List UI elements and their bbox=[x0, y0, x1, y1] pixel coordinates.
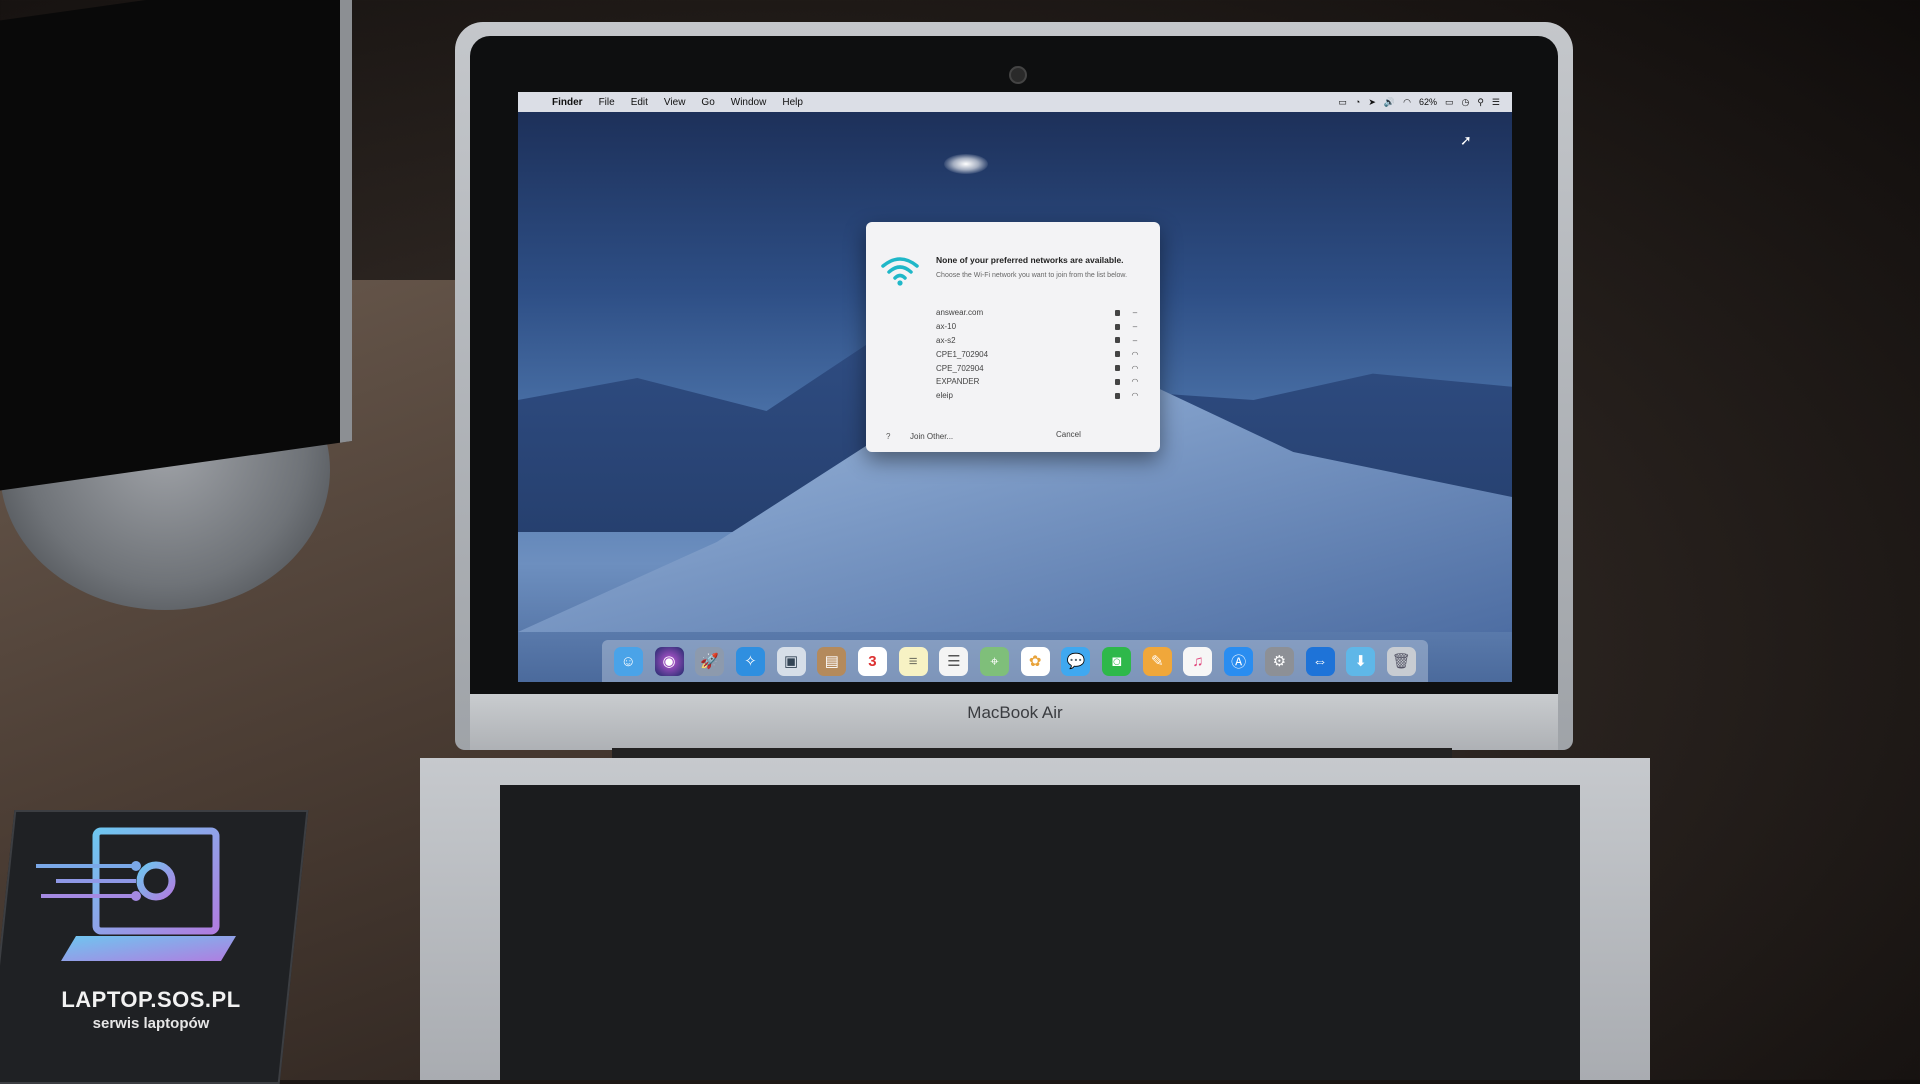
wifi-signal-icon: – bbox=[1132, 322, 1138, 332]
trash-icon[interactable]: 🗑 bbox=[1386, 646, 1416, 676]
network-item[interactable]: ax-10 – bbox=[936, 320, 1140, 334]
lock-icon bbox=[1115, 365, 1120, 372]
menu-app-name[interactable]: Finder bbox=[544, 97, 591, 108]
teamviewer-icon[interactable]: ⇔ bbox=[1305, 646, 1335, 676]
laptop-brand-label: MacBook Air bbox=[967, 703, 1063, 722]
system-preferences-icon[interactable]: ⚙ bbox=[1264, 646, 1294, 676]
watermark: LAPTOP.SOS.PL serwis laptopów bbox=[36, 826, 266, 1032]
preview-icon[interactable]: ▣ bbox=[776, 646, 806, 676]
mouse-pointer-icon: ➚ bbox=[1460, 132, 1472, 148]
battery-icon[interactable]: ▭ bbox=[1445, 97, 1454, 108]
watermark-tagline: serwis laptopów bbox=[92, 1015, 210, 1032]
network-name: ax-s2 bbox=[936, 335, 956, 345]
menu-help[interactable]: Help bbox=[774, 97, 811, 108]
network-name: EXPANDER bbox=[936, 377, 980, 387]
external-monitor bbox=[0, 0, 352, 499]
facetime-icon[interactable]: ◙ bbox=[1102, 646, 1132, 676]
wifi-signal-icon: ◠ bbox=[1131, 391, 1139, 401]
help-button[interactable]: ? bbox=[886, 432, 890, 441]
network-item[interactable]: answear.com – bbox=[936, 306, 1140, 320]
menu-bar: Finder File Edit View Go Window Help ▭ ◔… bbox=[518, 92, 1512, 112]
messages-icon[interactable]: 💬 bbox=[1061, 646, 1091, 676]
safari-icon[interactable]: ✧ bbox=[735, 646, 765, 676]
reminders-icon[interactable]: ☰ bbox=[939, 646, 969, 676]
downloads-folder-icon[interactable]: ⬇ bbox=[1346, 646, 1376, 676]
calendar-icon[interactable]: 3 bbox=[857, 646, 887, 676]
wallpaper-sun bbox=[944, 154, 988, 174]
dialog-title: None of your preferred networks are avai… bbox=[936, 255, 1124, 265]
menu-file[interactable]: File bbox=[591, 97, 623, 108]
menu-view[interactable]: View bbox=[656, 97, 694, 108]
menu-window[interactable]: Window bbox=[723, 97, 775, 108]
lock-icon bbox=[1115, 309, 1120, 316]
network-name: CPE1_702904 bbox=[936, 349, 989, 359]
spotlight-icon[interactable]: ⚲ bbox=[1477, 97, 1484, 108]
lock-icon bbox=[1115, 378, 1120, 385]
lock-icon bbox=[1115, 351, 1120, 358]
maps-icon[interactable]: ⌖ bbox=[980, 646, 1010, 676]
wifi-signal-icon: ◠ bbox=[1131, 377, 1139, 387]
network-item[interactable]: CPE_702904 ◠ bbox=[936, 361, 1140, 375]
lock-icon bbox=[1115, 323, 1120, 330]
location-icon[interactable]: ➤ bbox=[1368, 97, 1376, 108]
lock-icon bbox=[1115, 337, 1120, 344]
wifi-network-dialog: None of your preferred networks are avai… bbox=[866, 222, 1160, 452]
laptop-wrench-logo-icon bbox=[36, 827, 236, 961]
network-item[interactable]: ax-s2 – bbox=[936, 334, 1140, 348]
app-store-icon[interactable]: Ⓐ bbox=[1224, 646, 1254, 676]
siri-icon[interactable]: ◉ bbox=[654, 646, 684, 676]
network-name: eleip bbox=[936, 391, 953, 401]
status-area: ▭ ◔ ➤ 🔊 ◠ 62% ▭ ◷ ⚲ ☰ bbox=[1338, 97, 1512, 108]
finder-icon[interactable]: ☺ bbox=[613, 646, 643, 676]
network-list: answear.com – ax-10 – ax-s2 – CPE1_70290… bbox=[936, 306, 1140, 403]
photos-icon[interactable]: ✿ bbox=[1020, 646, 1050, 676]
wifi-status-icon[interactable]: ◠ bbox=[1403, 97, 1411, 108]
screen: Finder File Edit View Go Window Help ▭ ◔… bbox=[518, 92, 1512, 682]
itunes-icon[interactable]: ♫ bbox=[1183, 646, 1213, 676]
contacts-icon[interactable]: ▤ bbox=[817, 646, 847, 676]
volume-icon[interactable]: 🔊 bbox=[1384, 97, 1395, 108]
webcam bbox=[1009, 66, 1027, 84]
airplay-icon[interactable]: ▭ bbox=[1338, 97, 1347, 108]
join-other-button[interactable]: Join Other... bbox=[910, 432, 953, 441]
notification-center-icon[interactable]: ☰ bbox=[1492, 97, 1500, 108]
network-name: answear.com bbox=[936, 308, 984, 318]
network-item[interactable]: CPE1_702904 ◠ bbox=[936, 347, 1140, 361]
wifi-signal-icon: – bbox=[1132, 335, 1138, 345]
network-item[interactable]: EXPANDER ◠ bbox=[936, 375, 1140, 389]
network-name: CPE_702904 bbox=[936, 363, 984, 373]
notes-icon[interactable]: ≡ bbox=[898, 646, 928, 676]
wifi-signal-icon: – bbox=[1132, 308, 1138, 318]
menu-edit[interactable]: Edit bbox=[623, 97, 656, 108]
dialog-subtitle: Choose the Wi-Fi network you want to joi… bbox=[936, 272, 1128, 279]
keyboard bbox=[500, 785, 1580, 1080]
menu-go[interactable]: Go bbox=[693, 97, 722, 108]
watermark-name: LAPTOP.SOS.PL bbox=[61, 987, 241, 1012]
lock-icon bbox=[1115, 392, 1120, 399]
time-machine-icon[interactable]: ◔ bbox=[1355, 97, 1360, 107]
wifi-icon bbox=[881, 257, 919, 286]
network-name: ax-10 bbox=[936, 322, 957, 332]
pages-icon[interactable]: ✎ bbox=[1142, 646, 1172, 676]
cancel-button[interactable]: Cancel bbox=[1056, 430, 1081, 439]
network-item[interactable]: eleip ◠ bbox=[936, 389, 1140, 403]
wifi-signal-icon: ◠ bbox=[1131, 363, 1139, 373]
clock-icon[interactable]: ◷ bbox=[1461, 97, 1469, 108]
battery-percent[interactable]: 62% bbox=[1419, 97, 1437, 107]
wifi-signal-icon: ◠ bbox=[1131, 349, 1139, 359]
dock: ☺ ◉ 🚀 ✧ ▣ ▤ 3 ≡ ☰ ⌖ ✿ 💬 ◙ ✎ ♫ Ⓐ ⚙ ⇔ ⬇ 🗑 bbox=[602, 640, 1428, 682]
launchpad-icon[interactable]: 🚀 bbox=[695, 646, 725, 676]
